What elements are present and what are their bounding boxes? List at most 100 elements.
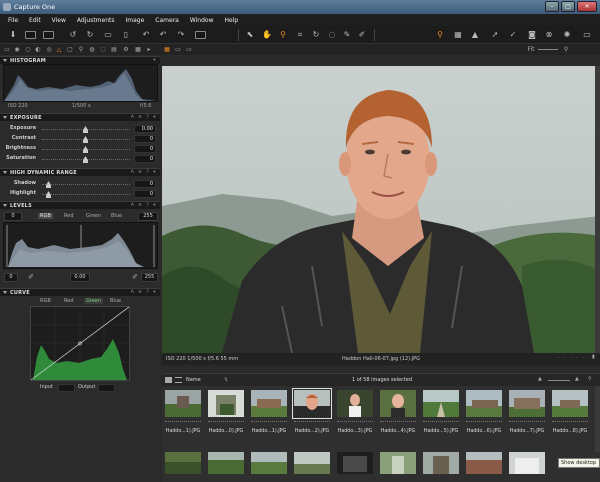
thumbnail[interactable]: Haddo...3).JPG [335,388,375,434]
help-icon[interactable]: ▭ [582,30,592,40]
zoom-tool-icon[interactable]: ⚲ [278,30,288,40]
check-icon[interactable]: ✓ [508,30,518,40]
zoom-in-icon[interactable]: ⚲ [562,46,570,53]
viewer-rating-dots[interactable]: · · · · · [558,355,586,361]
contrast-value[interactable]: 0 [134,135,156,143]
reset-icon[interactable]: ↷ [176,30,186,40]
highlight-slider-thumb[interactable] [46,191,51,198]
browser-list-icon[interactable] [175,377,182,383]
saturation-value[interactable]: 0 [134,155,156,163]
curve-channel-green[interactable]: Green [84,298,104,304]
composition-tab-icon[interactable]: ▢ [66,46,74,53]
camera-icon[interactable] [43,31,54,39]
menu-window[interactable]: Window [190,17,214,24]
film-icon[interactable]: ▭ [185,46,193,53]
shadow-value[interactable]: 0 [134,180,156,188]
browser-search-icon[interactable]: ⚲ [588,376,592,382]
exposure-header[interactable]: EXPOSURE A ≡ ? ▾ [0,113,160,121]
snapshot-icon[interactable]: ◙ [527,30,537,40]
histogram-header[interactable]: HISTOGRAM ▾ [0,56,160,64]
curve-graph[interactable] [30,306,130,381]
browser-scrollbar[interactable] [595,386,600,452]
redo-icon[interactable]: ↶ [158,30,168,40]
viewer-scrollbar[interactable] [595,66,600,353]
curve-channel-red[interactable]: Red [64,298,74,304]
presets-icon[interactable] [195,31,206,39]
library-tab-icon[interactable]: ▭ [3,46,11,53]
levels-channel-blue[interactable]: Blue [111,213,122,219]
viewer-flag-icon[interactable]: ▮ [592,354,595,360]
thumbnail[interactable]: Haddo...6).JPG [464,388,504,434]
maximize-button[interactable]: □ [561,1,575,12]
thumbnail[interactable]: Haddo...8).JPG [550,388,590,434]
thumbnail[interactable] [292,452,332,480]
brush-tool-icon[interactable]: ✐ [357,30,367,40]
quick-tab-icon[interactable]: △ [55,46,63,53]
thumbnail[interactable]: Haddo...5).JPG [421,388,461,434]
color-tab-icon[interactable]: ○ [24,46,32,53]
curve-output-value[interactable] [98,384,115,392]
levels-channel-rgb[interactable]: RGB [38,213,53,219]
batch-tab-icon[interactable]: ▦ [134,46,142,53]
close-button[interactable]: ✕ [577,1,597,12]
thumbnail[interactable] [163,452,203,480]
thumbnail[interactable] [421,452,461,480]
fit-label[interactable]: Fit [526,46,536,53]
menu-image[interactable]: Image [126,17,145,24]
exposure-slider-thumb[interactable] [83,126,88,133]
output-tab-icon[interactable]: ⚙ [122,46,130,53]
rotate-left-icon[interactable]: ↺ [68,30,78,40]
select-tool-icon[interactable]: ⬉ [245,30,255,40]
menu-edit[interactable]: Edit [29,17,41,24]
thumbnail[interactable] [507,452,547,480]
minimize-button[interactable]: – [545,1,559,12]
levels-input-black[interactable]: 0 [4,212,22,221]
thumbnail[interactable] [206,452,246,480]
levels-channel-red[interactable]: Red [64,213,74,219]
thumbnail[interactable]: Haddo...4).JPG [378,388,418,434]
trash-icon[interactable]: ▯ [121,30,131,40]
folder-icon[interactable]: ▭ [103,30,113,40]
curve-channel-rgb[interactable]: RGB [40,298,51,304]
thumbnail[interactable] [335,452,375,480]
curve-input-value[interactable] [58,384,75,392]
curve-header[interactable]: CURVE A ≡ ? ▾ [0,288,160,296]
contrast-slider-thumb[interactable] [83,136,88,143]
menu-camera[interactable]: Camera [155,17,179,24]
menu-view[interactable]: View [52,17,66,24]
tab-more-icon[interactable]: ▸ [145,46,153,53]
levels-channel-green[interactable]: Green [86,213,101,219]
thumbnail[interactable] [249,452,289,480]
thumbnail[interactable] [464,452,504,480]
exposure-tab-icon[interactable]: ◐ [34,46,42,53]
curve-channel-blue[interactable]: Blue [110,298,121,304]
grid-icon[interactable]: ▦ [453,30,463,40]
zoom-slider[interactable] [538,49,558,50]
thumbnail[interactable]: Haddo...7).JPG [507,388,547,434]
thumbnail[interactable]: Haddo...0).JPG [206,388,246,434]
crop-tool-icon[interactable]: ⌗ [295,30,305,40]
cursor-icon[interactable]: ➚ [490,30,500,40]
menu-help[interactable]: Help [225,17,239,24]
levels-output-white[interactable]: 255 [141,273,158,282]
rotate-right-icon[interactable]: ↻ [85,30,95,40]
grid-view-icon[interactable]: ▦ [163,46,171,53]
saturation-slider-thumb[interactable] [83,156,88,163]
undo-icon[interactable]: ↶ [141,30,151,40]
warning-icon[interactable]: ▲ [470,30,480,40]
levels-output-black[interactable]: 0 [4,273,18,282]
spot-tool-icon[interactable]: ◌ [327,30,337,40]
eyedropper-black-icon[interactable]: ✐ [26,272,36,282]
browser-grid-icon[interactable] [165,377,172,383]
capture-tab-icon[interactable]: ◉ [13,46,21,53]
picker-tool-icon[interactable]: ✎ [342,30,352,40]
browser-user-icon[interactable]: ▲ [538,376,542,382]
thumbnail[interactable]: Haddo...1).JPG [249,388,289,434]
eyedropper-white-icon[interactable]: ✐ [130,272,140,282]
loupe-icon[interactable]: ⚲ [435,30,445,40]
thumbnail[interactable] [378,452,418,480]
highlight-slider[interactable] [42,194,130,195]
pan-tool-icon[interactable]: ✋ [262,30,272,40]
levels-midpoint[interactable]: 0.00 [70,273,90,282]
no-icon[interactable]: ⊗ [544,30,554,40]
